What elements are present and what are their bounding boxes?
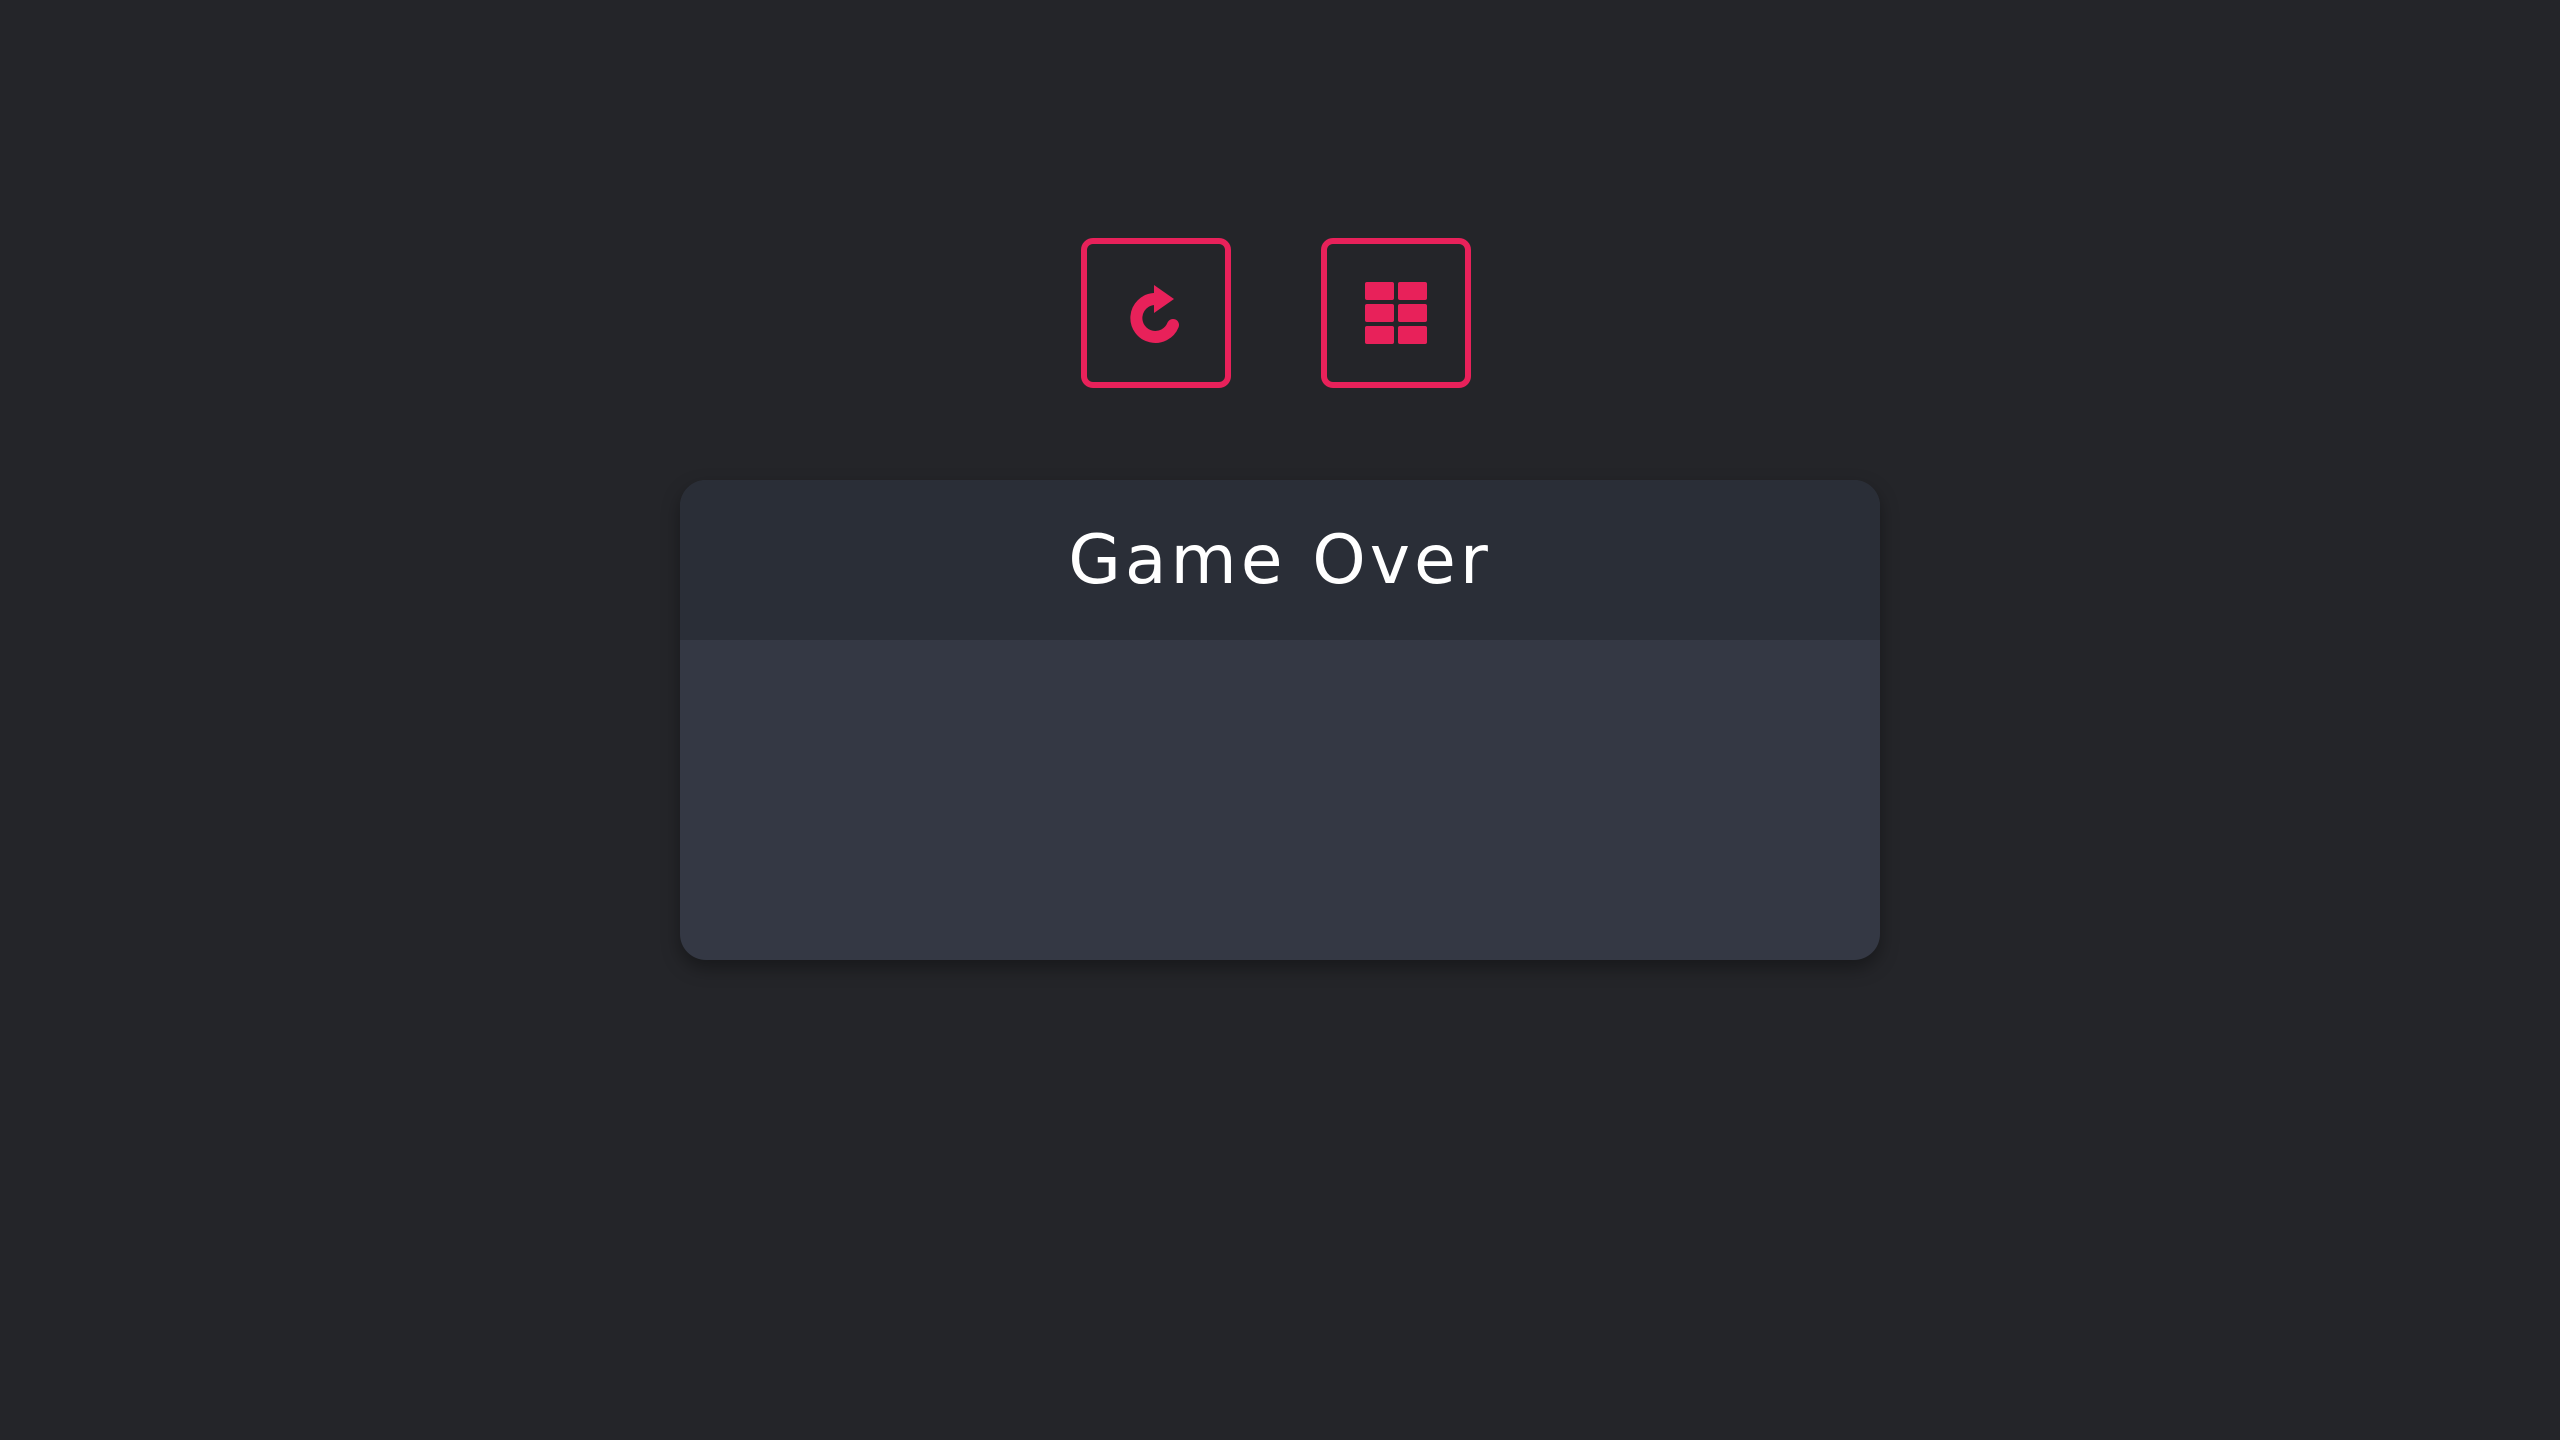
dialog-header: Game Over: [680, 480, 1880, 640]
level-grid-icon: [1351, 268, 1441, 358]
restart-icon: [1116, 273, 1196, 353]
dialog-body: [680, 640, 1880, 960]
level-select-button[interactable]: [1321, 238, 1471, 388]
dialog-title: Game Over: [1068, 520, 1492, 600]
game-over-dialog: Game Over: [680, 480, 1880, 960]
restart-button[interactable]: [1081, 238, 1231, 388]
